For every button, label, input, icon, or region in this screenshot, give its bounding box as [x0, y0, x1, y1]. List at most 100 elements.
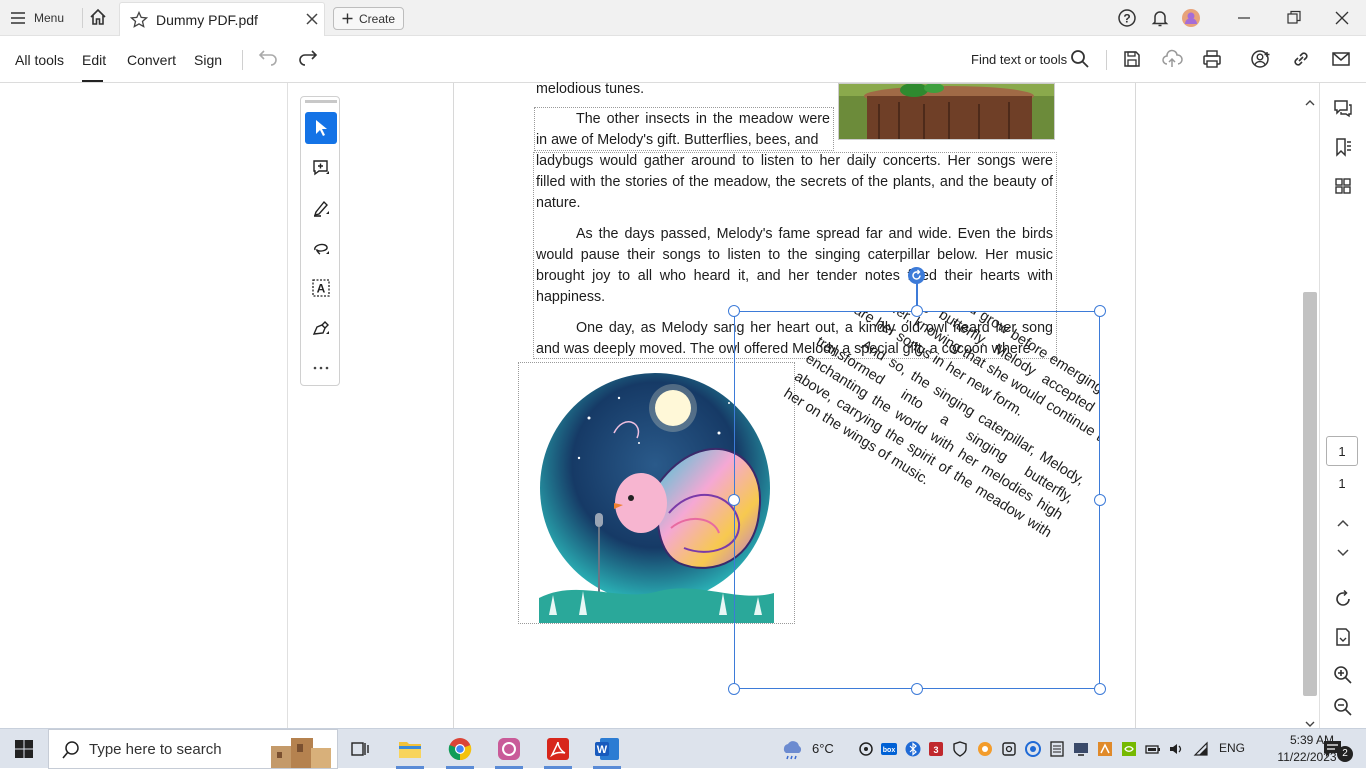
avatar[interactable] — [1181, 8, 1201, 28]
previous-page-icon[interactable] — [1332, 512, 1354, 534]
pen-icon — [313, 200, 329, 217]
resize-handle-e[interactable] — [1094, 494, 1106, 506]
create-button[interactable]: Create — [333, 7, 404, 30]
resize-handle-nw[interactable] — [728, 305, 740, 317]
task-view-icon[interactable] — [345, 735, 375, 763]
highlight-button[interactable] — [305, 192, 337, 224]
restore-icon[interactable] — [1284, 8, 1304, 28]
bluetooth-icon[interactable] — [905, 741, 921, 757]
caterpillar-image[interactable] — [838, 83, 1055, 140]
page-total: 1 — [1338, 476, 1346, 491]
tray-blue-icon[interactable] — [1025, 741, 1041, 757]
windows-start-icon[interactable] — [14, 739, 34, 764]
print-icon[interactable] — [1201, 48, 1223, 70]
windows-taskbar: Type here to search W 6°C box 3 ENG 5:39… — [0, 728, 1366, 769]
file-explorer-icon[interactable] — [395, 735, 425, 763]
tray-app-icon[interactable] — [858, 741, 874, 757]
zoom-out-icon[interactable] — [1332, 696, 1354, 718]
notification-badge: 2 — [1337, 746, 1353, 762]
creative-cloud-icon[interactable] — [494, 735, 524, 763]
email-icon[interactable] — [1330, 48, 1352, 70]
link-icon[interactable] — [1290, 48, 1312, 70]
divider — [82, 8, 83, 28]
search-highlight-image — [261, 732, 337, 773]
tab-convert[interactable]: Convert — [127, 52, 176, 68]
page-number-input[interactable]: 1 — [1326, 436, 1358, 466]
home-icon — [90, 8, 106, 25]
select-tool-button[interactable] — [305, 112, 337, 144]
zoom-in-icon[interactable] — [1332, 664, 1354, 686]
resize-handle-s[interactable] — [911, 683, 923, 695]
redo-icon[interactable] — [297, 48, 319, 70]
edit-tools-palette: A — [300, 96, 340, 386]
chrome-icon[interactable] — [445, 735, 475, 763]
search-icon[interactable] — [1069, 48, 1091, 70]
acrobat-icon[interactable] — [543, 735, 573, 763]
bell-icon[interactable] — [1150, 8, 1170, 28]
sign-button[interactable] — [305, 312, 337, 344]
divider — [242, 50, 243, 70]
weather-icon[interactable] — [780, 739, 806, 766]
next-page-icon[interactable] — [1332, 542, 1354, 564]
home-button[interactable] — [88, 7, 110, 29]
resize-handle-n[interactable] — [911, 305, 923, 317]
scrollbar-thumb[interactable] — [1303, 292, 1317, 696]
tab-all-tools[interactable]: All tools — [15, 52, 64, 68]
display-icon[interactable] — [1073, 741, 1089, 757]
tray-orange-icon[interactable] — [977, 741, 993, 757]
calculator-icon[interactable] — [1049, 741, 1065, 757]
close-window-icon[interactable] — [1332, 8, 1352, 28]
box-icon[interactable]: box — [881, 741, 897, 757]
selection-box[interactable] — [734, 311, 1100, 689]
tab-sign[interactable]: Sign — [194, 52, 222, 68]
nvidia-icon[interactable] — [1121, 741, 1137, 757]
close-tab-icon[interactable] — [304, 11, 320, 32]
comments-icon[interactable] — [1332, 97, 1354, 119]
thumbnails-icon[interactable] — [1332, 175, 1354, 197]
add-comment-button[interactable] — [305, 152, 337, 184]
resize-handle-sw[interactable] — [728, 683, 740, 695]
palette-grip[interactable] — [305, 100, 337, 103]
menu-button[interactable]: Menu — [10, 6, 64, 30]
find-tools-label[interactable]: Find text or tools — [971, 52, 1067, 67]
page-view-icon[interactable] — [1332, 626, 1354, 648]
battery-icon[interactable] — [1145, 741, 1161, 757]
paragraph-2[interactable]: As the days passed, Melody's fame spread… — [536, 224, 1053, 308]
paragraph-1-rest[interactable]: ladybugs would gather around to listen t… — [536, 151, 1053, 214]
text-line[interactable]: melodious tunes. — [536, 79, 836, 100]
main-toolbar: All tools Edit Convert Sign Find text or… — [0, 36, 1366, 83]
tab-edit[interactable]: Edit — [82, 52, 106, 68]
language-indicator[interactable]: ENG — [1219, 741, 1245, 755]
add-text-button[interactable]: A — [305, 272, 337, 304]
document-tab[interactable]: Dummy PDF.pdf — [119, 2, 325, 36]
tray-utility-icon[interactable]: 3 — [928, 741, 944, 757]
rotate-handle[interactable] — [908, 267, 925, 284]
undo-icon[interactable] — [257, 48, 279, 70]
cloud-upload-icon[interactable] — [1161, 48, 1183, 70]
resize-handle-se[interactable] — [1094, 683, 1106, 695]
resize-handle-w[interactable] — [728, 494, 740, 506]
help-icon[interactable]: ? — [1117, 8, 1137, 28]
taskbar-search-box[interactable]: Type here to search — [48, 729, 338, 769]
pointer-icon — [316, 120, 327, 136]
bookmark-icon[interactable] — [1332, 136, 1354, 158]
scroll-up-icon[interactable] — [1304, 94, 1316, 112]
word-icon[interactable]: W — [592, 735, 622, 763]
tray-app2-icon[interactable] — [1097, 741, 1113, 757]
wifi-icon[interactable] — [1193, 741, 1209, 757]
draw-button[interactable] — [305, 232, 337, 264]
paragraph-1-start[interactable]: The other insects in the meadow were in … — [536, 109, 830, 151]
more-tools-button[interactable] — [305, 352, 337, 384]
camera-icon[interactable] — [1001, 741, 1017, 757]
save-icon[interactable] — [1121, 48, 1143, 70]
volume-icon[interactable] — [1168, 741, 1184, 757]
star-icon[interactable] — [129, 10, 149, 34]
minimize-icon[interactable] — [1234, 8, 1254, 28]
svg-text:W: W — [597, 744, 608, 756]
share-user-icon[interactable] — [1250, 48, 1272, 70]
resize-handle-ne[interactable] — [1094, 305, 1106, 317]
weather-temperature[interactable]: 6°C — [812, 741, 834, 756]
security-icon[interactable] — [952, 741, 968, 757]
rotate-page-icon[interactable] — [1332, 588, 1354, 610]
title-bar: Menu Dummy PDF.pdf Create ? — [0, 0, 1366, 36]
